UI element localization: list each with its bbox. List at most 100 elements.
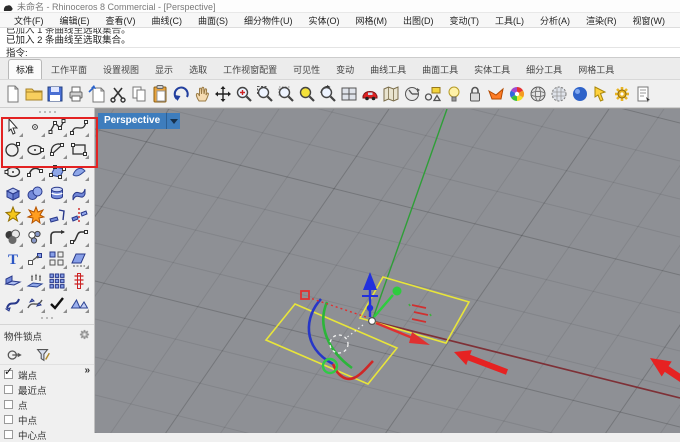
gumball-center[interactable] <box>368 317 377 326</box>
lock-icon[interactable] <box>465 84 485 104</box>
osnap-checkbox-2[interactable] <box>4 400 13 409</box>
tool-cylinder[interactable] <box>46 182 68 204</box>
tab-11[interactable]: 细分工具 <box>519 60 569 79</box>
tool-text[interactable]: T <box>2 248 24 270</box>
tool-arc[interactable] <box>46 138 68 160</box>
tab-2[interactable]: 设置视图 <box>96 60 146 79</box>
tool-ellipse[interactable] <box>24 138 46 160</box>
open-file-icon[interactable] <box>24 84 44 104</box>
tool-move-points[interactable] <box>24 248 46 270</box>
viewport-menu-caret-icon[interactable] <box>166 113 181 129</box>
notifications-icon[interactable] <box>591 84 611 104</box>
tab-12[interactable]: 网格工具 <box>571 60 621 79</box>
menu-item-0[interactable]: 文件(F) <box>6 14 52 27</box>
options-gear-icon[interactable] <box>612 84 632 104</box>
tab-10[interactable]: 实体工具 <box>467 60 517 79</box>
tool-array[interactable] <box>46 248 68 270</box>
tool-curved-surface[interactable] <box>68 160 90 182</box>
tool-fillet-curve[interactable] <box>46 226 68 248</box>
menu-item-10[interactable]: 工具(L) <box>487 14 532 27</box>
menu-item-1[interactable]: 编辑(E) <box>52 14 98 27</box>
osnap-grip[interactable] <box>0 314 94 322</box>
osnap-item-0[interactable]: 端点 <box>4 367 92 382</box>
sidebar-grip[interactable] <box>0 108 94 116</box>
tab-4[interactable]: 选取 <box>182 60 214 79</box>
tab-0[interactable]: 标准 <box>8 59 43 79</box>
ghosted-display-icon[interactable] <box>549 84 569 104</box>
osnap-item-1[interactable]: 最近点 <box>4 382 92 397</box>
osnap-checkbox-3[interactable] <box>4 415 13 424</box>
menu-item-9[interactable]: 变动(T) <box>442 14 488 27</box>
tool-grid-array[interactable] <box>46 270 68 292</box>
tool-surface-from-points[interactable] <box>46 160 68 182</box>
viewport-title[interactable]: Perspective <box>98 113 167 129</box>
tool-adjustable-curve[interactable] <box>24 160 46 182</box>
osnap-item-4[interactable]: 中心点 <box>4 427 92 442</box>
tool-polygon[interactable] <box>2 160 24 182</box>
tool-flow-along-curve[interactable] <box>24 292 46 314</box>
menu-item-5[interactable]: 细分物件(U) <box>236 14 301 27</box>
named-views-icon[interactable] <box>360 84 380 104</box>
rendered-display-icon[interactable] <box>570 84 590 104</box>
tab-8[interactable]: 曲线工具 <box>363 60 413 79</box>
zoom-selected-icon[interactable] <box>276 84 296 104</box>
plan-view-icon[interactable] <box>381 84 401 104</box>
new-file-icon[interactable] <box>3 84 23 104</box>
tool-blend-surface[interactable] <box>68 292 90 314</box>
zoom-extents-icon[interactable] <box>297 84 317 104</box>
object-properties-icon[interactable] <box>633 84 653 104</box>
tool-point-lift[interactable] <box>24 270 46 292</box>
tab-6[interactable]: 可见性 <box>286 60 327 79</box>
tool-extrude-surface[interactable] <box>2 270 24 292</box>
pan-icon[interactable] <box>192 84 212 104</box>
wireframe-display-icon[interactable] <box>528 84 548 104</box>
undo-icon[interactable] <box>171 84 191 104</box>
cplane-shapes-icon[interactable] <box>423 84 443 104</box>
tool-blend-curve[interactable] <box>68 226 90 248</box>
tab-9[interactable]: 曲面工具 <box>415 60 465 79</box>
color-wheel-icon[interactable] <box>507 84 527 104</box>
menu-item-8[interactable]: 出图(D) <box>395 14 442 27</box>
osnap-overflow-chevron[interactable]: » <box>84 365 90 376</box>
menu-item-7[interactable]: 网格(M) <box>348 14 396 27</box>
osnap-settings-gear-icon[interactable] <box>79 327 90 345</box>
menu-item-6[interactable]: 实体(O) <box>301 14 348 27</box>
tool-trim[interactable] <box>46 204 68 226</box>
print-icon[interactable] <box>66 84 86 104</box>
menu-item-3[interactable]: 曲线(C) <box>144 14 191 27</box>
perspective-viewport[interactable]: Perspective <box>95 108 680 433</box>
tab-1[interactable]: 工作平面 <box>44 60 94 79</box>
viewport-canvas[interactable] <box>95 109 680 433</box>
save-icon[interactable] <box>45 84 65 104</box>
zoom-in-icon[interactable] <box>234 84 254 104</box>
osnap-item-3[interactable]: 中点 <box>4 412 92 427</box>
tab-7[interactable]: 变动 <box>329 60 361 79</box>
tool-twist[interactable] <box>2 292 24 314</box>
menu-item-4[interactable]: 曲面(S) <box>190 14 236 27</box>
menu-item-11[interactable]: 分析(A) <box>532 14 578 27</box>
zoom-window-icon[interactable] <box>255 84 275 104</box>
selection-filter-icon[interactable] <box>34 347 52 363</box>
tool-control-point-curve[interactable] <box>46 116 68 138</box>
menu-item-2[interactable]: 查看(V) <box>98 14 144 27</box>
menu-item-14[interactable]: 说明(H) <box>673 14 680 27</box>
four-viewports-icon[interactable] <box>339 84 359 104</box>
menu-item-12[interactable]: 渲染(R) <box>578 14 625 27</box>
export-page-icon[interactable] <box>87 84 107 104</box>
copy-icon[interactable] <box>129 84 149 104</box>
osnap-checkbox-0[interactable] <box>4 370 13 379</box>
gumball-blue-ball[interactable] <box>366 304 374 312</box>
tool-star[interactable] <box>2 204 24 226</box>
move-icon[interactable] <box>213 84 233 104</box>
tool-circle[interactable] <box>2 138 24 160</box>
gumball-green-ball[interactable] <box>392 286 402 296</box>
view-rotate-icon[interactable] <box>402 84 422 104</box>
tab-5[interactable]: 工作视窗配置 <box>216 60 284 79</box>
osnap-checkbox-4[interactable] <box>4 430 13 439</box>
tool-sphere[interactable] <box>24 182 46 204</box>
tool-select[interactable] <box>2 116 24 138</box>
tool-curve-interpolate[interactable] <box>68 116 90 138</box>
lamp-icon[interactable] <box>444 84 464 104</box>
tool-deformable-surface[interactable] <box>68 182 90 204</box>
tool-check-geometry[interactable] <box>46 292 68 314</box>
